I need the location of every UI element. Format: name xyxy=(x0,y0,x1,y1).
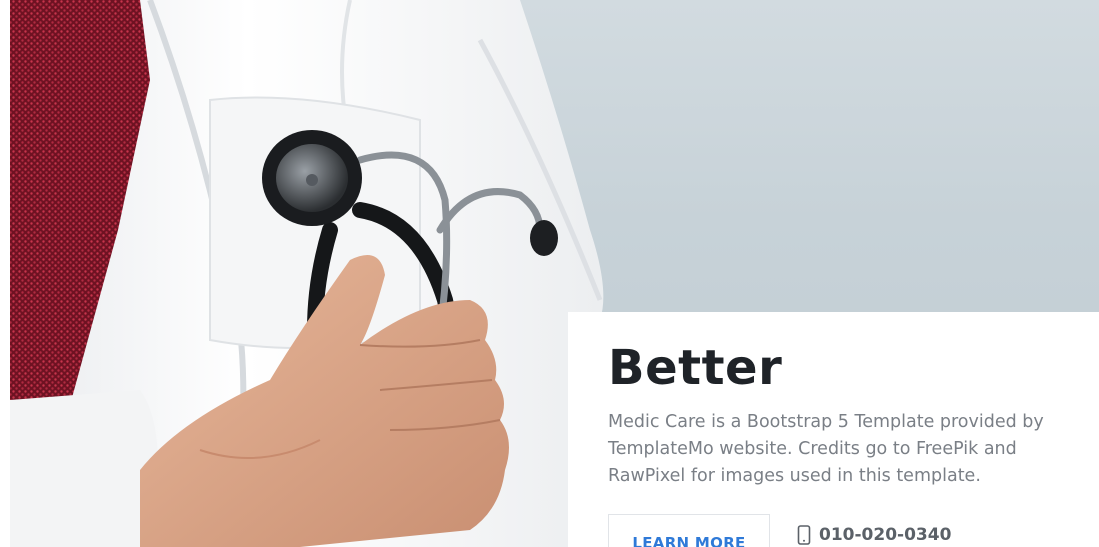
hero-description: Medic Care is a Bootstrap 5 Template pro… xyxy=(608,412,1044,486)
hero-section: Better Medic Care is a Bootstrap 5 Templ… xyxy=(0,0,1099,547)
hero-title: Better xyxy=(608,340,783,396)
learn-more-button[interactable]: LEARN MORE xyxy=(608,514,770,547)
phone-number: 010-020-0340 xyxy=(819,525,952,545)
phone-link[interactable]: 010-020-0340 xyxy=(796,525,951,545)
phone-icon xyxy=(797,525,811,545)
intro-card: Better Medic Care is a Bootstrap 5 Templ… xyxy=(568,312,1099,547)
